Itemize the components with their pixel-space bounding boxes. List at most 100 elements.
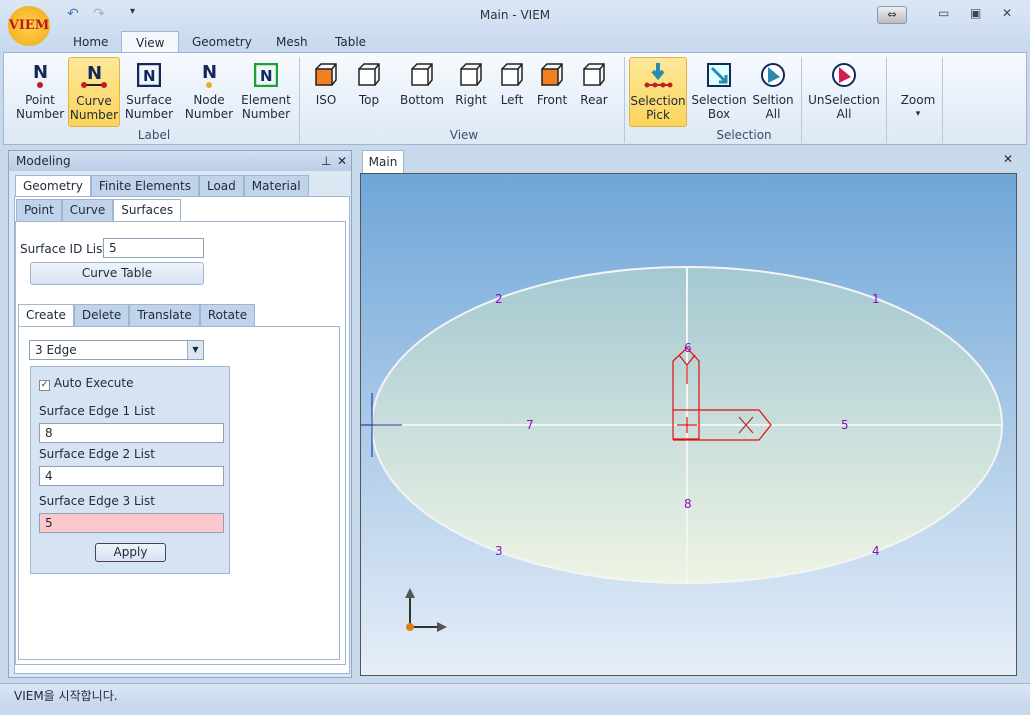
close-view-icon[interactable]: ✕ <box>1003 152 1013 166</box>
label: Selection <box>691 93 747 107</box>
selection-all-icon <box>749 57 797 93</box>
tab-main[interactable]: Main <box>362 150 404 173</box>
svg-text:N: N <box>202 62 217 83</box>
label: Front <box>536 93 568 107</box>
selection-pick-button[interactable]: Selection Pick <box>629 57 687 127</box>
curve-label: 7 <box>526 418 534 432</box>
panel-title: Modeling <box>16 154 71 168</box>
tab-home[interactable]: Home <box>59 31 122 53</box>
point-number-button[interactable]: N Point Number <box>16 57 64 127</box>
label: ISO <box>315 93 337 107</box>
tab-table[interactable]: Table <box>321 31 380 53</box>
tab-view[interactable]: View <box>121 31 180 53</box>
label: Seltion <box>752 93 794 107</box>
view-top-button[interactable]: Top <box>349 57 389 127</box>
cube-rear-icon <box>574 57 614 93</box>
3d-viewport[interactable]: 1 2 3 4 5 6 7 8 <box>360 173 1017 676</box>
checkbox-icon: ✓ <box>39 380 50 391</box>
curve-table-button[interactable]: Curve Table <box>30 262 204 285</box>
cube-iso-icon <box>306 57 346 93</box>
edge3-input[interactable]: 5 <box>39 513 224 533</box>
view-front-button[interactable]: Front <box>532 57 572 127</box>
view-iso-button[interactable]: ISO <box>306 57 346 127</box>
view-left-button[interactable]: Left <box>492 57 532 127</box>
selection-pick-icon <box>630 58 686 94</box>
surface-number-icon: N <box>124 57 174 93</box>
label: Number <box>124 107 174 121</box>
close-icon[interactable]: ✕ <box>1002 6 1012 20</box>
curve-label: 4 <box>872 544 880 558</box>
tab-delete[interactable]: Delete <box>73 304 130 326</box>
zoom-button[interactable]: Zoom ▾ <box>892 93 944 163</box>
svg-text:N: N <box>143 67 156 85</box>
surface-id-input[interactable]: 5 <box>103 238 204 258</box>
label: Number <box>16 107 65 121</box>
curve-number-button[interactable]: N Curve Number <box>68 57 120 127</box>
curve-label: 2 <box>495 292 503 306</box>
edge1-input[interactable]: 8 <box>39 423 224 443</box>
tab-mesh[interactable]: Mesh <box>262 31 322 53</box>
auto-execute-checkbox[interactable]: ✓ Auto Execute <box>39 376 134 391</box>
minimize-icon[interactable]: ▭ <box>938 6 949 20</box>
surface-number-button[interactable]: N Surface Number <box>124 57 174 127</box>
node-number-button[interactable]: N Node Number <box>184 57 234 127</box>
tab-translate[interactable]: Translate <box>129 304 200 326</box>
tab-geometry[interactable]: Geometry <box>178 31 266 53</box>
selection-group-title: Selection <box>716 128 772 142</box>
divider <box>624 57 625 143</box>
tab-surfaces[interactable]: Surfaces <box>113 199 182 221</box>
label: Right <box>455 93 487 107</box>
element-number-button[interactable]: N Element Number <box>238 57 294 127</box>
panel-header: Modeling ⊥ ✕ <box>9 151 351 171</box>
label: All <box>836 107 852 121</box>
tab-point[interactable]: Point <box>16 199 62 221</box>
curve-label: 1 <box>872 292 880 306</box>
edge3-label: Surface Edge 3 List <box>39 494 155 508</box>
label-group-title: Label <box>137 128 171 142</box>
tab-material[interactable]: Material <box>243 175 309 197</box>
tab-load[interactable]: Load <box>198 175 244 197</box>
tab-create[interactable]: Create <box>18 304 74 326</box>
tab-geometry[interactable]: Geometry <box>15 175 91 197</box>
tab-finite-elements[interactable]: Finite Elements <box>90 175 199 197</box>
tab-curve[interactable]: Curve <box>61 199 114 221</box>
view-group-title: View <box>449 128 479 142</box>
pin-icon[interactable]: ⊥ <box>321 151 331 171</box>
selection-box-button[interactable]: Selection Box <box>691 57 747 127</box>
cube-front-icon <box>532 57 572 93</box>
cube-bottom-icon <box>394 57 450 93</box>
point-number-icon: N <box>16 57 64 93</box>
global-axis-icon <box>405 588 447 632</box>
edge1-label: Surface Edge 1 List <box>39 404 155 418</box>
node-number-icon: N <box>184 57 234 93</box>
curve-number-icon: N <box>69 58 119 94</box>
divider <box>886 57 887 143</box>
title-bar: VIEM ↶ ↷ ▾ Main - VIEM ⇔ ▭ ▣ ✕ Home View… <box>0 0 1030 53</box>
close-icon[interactable]: ✕ <box>337 151 347 171</box>
view-bottom-button[interactable]: Bottom <box>394 57 450 127</box>
label: Auto Execute <box>53 376 134 390</box>
view-right-button[interactable]: Right <box>451 57 491 127</box>
switch-icon[interactable]: ⇔ <box>877 6 907 24</box>
unselection-all-icon <box>806 57 882 93</box>
view-rear-button[interactable]: Rear <box>574 57 614 127</box>
label: Number <box>184 107 234 121</box>
maximize-icon[interactable]: ▣ <box>970 6 981 20</box>
label: Element <box>241 93 291 107</box>
label: Rear <box>580 93 608 107</box>
curve-label: 3 <box>495 544 503 558</box>
status-text: VIEM을 시작합니다. <box>14 689 118 703</box>
cube-right-icon <box>451 57 491 93</box>
edge2-input[interactable]: 4 <box>39 466 224 486</box>
label: Node <box>193 93 225 107</box>
chevron-down-icon[interactable]: ▼ <box>187 341 203 359</box>
tab-rotate[interactable]: Rotate <box>199 304 256 326</box>
method-select[interactable]: 3 Edge ▼ <box>29 340 204 360</box>
label: Number <box>69 108 119 122</box>
unselection-all-button[interactable]: UnSelection All <box>806 57 882 127</box>
selection-all-button[interactable]: Seltion All <box>749 57 797 127</box>
apply-button[interactable]: Apply <box>95 543 166 562</box>
ribbon: N Point Number N Curve Number N Surface Number… <box>3 52 1027 145</box>
edge2-label: Surface Edge 2 List <box>39 447 155 461</box>
element-number-icon: N <box>238 57 294 93</box>
